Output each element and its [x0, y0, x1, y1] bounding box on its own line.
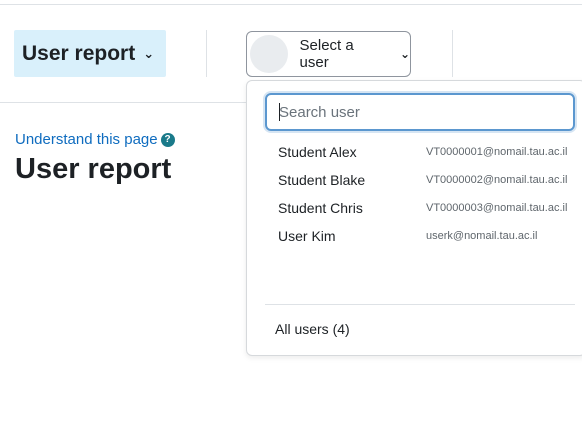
user-email: VT0000002@nomail.tau.ac.il	[426, 174, 568, 186]
dropdown-divider	[265, 304, 575, 305]
report-selector[interactable]: User report ⌄	[14, 30, 166, 77]
text-cursor	[279, 103, 280, 121]
chevron-down-icon: ⌄	[143, 45, 155, 61]
user-option[interactable]: Student Alex VT0000001@nomail.tau.ac.il	[278, 140, 568, 164]
user-selector-label: Select a user	[299, 37, 354, 71]
user-dropdown-menu: Student Alex VT0000001@nomail.tau.ac.il …	[246, 80, 582, 356]
user-option[interactable]: Student Blake VT0000002@nomail.tau.ac.il	[278, 168, 568, 192]
search-input[interactable]	[267, 95, 573, 129]
user-name: Student Chris	[278, 200, 363, 216]
user-name: User Kim	[278, 228, 336, 244]
user-selector[interactable]: Select a user ⌄	[246, 31, 411, 77]
user-option[interactable]: Student Chris VT0000003@nomail.tau.ac.il	[278, 196, 568, 220]
user-name: Student Blake	[278, 172, 366, 188]
user-email: VT0000001@nomail.tau.ac.il	[426, 146, 568, 158]
divider	[206, 30, 207, 77]
question-circle-icon[interactable]: ?	[160, 132, 175, 147]
help-link[interactable]: Understand this page ?	[15, 131, 175, 148]
page-title: User report	[15, 153, 172, 185]
all-users-link[interactable]: All users (4)	[275, 321, 350, 337]
search-field[interactable]	[265, 93, 575, 131]
help-link-text: Understand this page	[15, 131, 158, 148]
report-selector-label: User report	[22, 41, 136, 65]
avatar	[250, 35, 288, 73]
user-option[interactable]: User Kim userk@nomail.tau.ac.il	[278, 224, 568, 248]
chevron-down-icon: ⌄	[399, 47, 410, 61]
divider	[452, 30, 453, 77]
user-email: VT0000003@nomail.tau.ac.il	[426, 202, 568, 214]
user-email: userk@nomail.tau.ac.il	[426, 230, 538, 242]
user-name: Student Alex	[278, 144, 357, 160]
